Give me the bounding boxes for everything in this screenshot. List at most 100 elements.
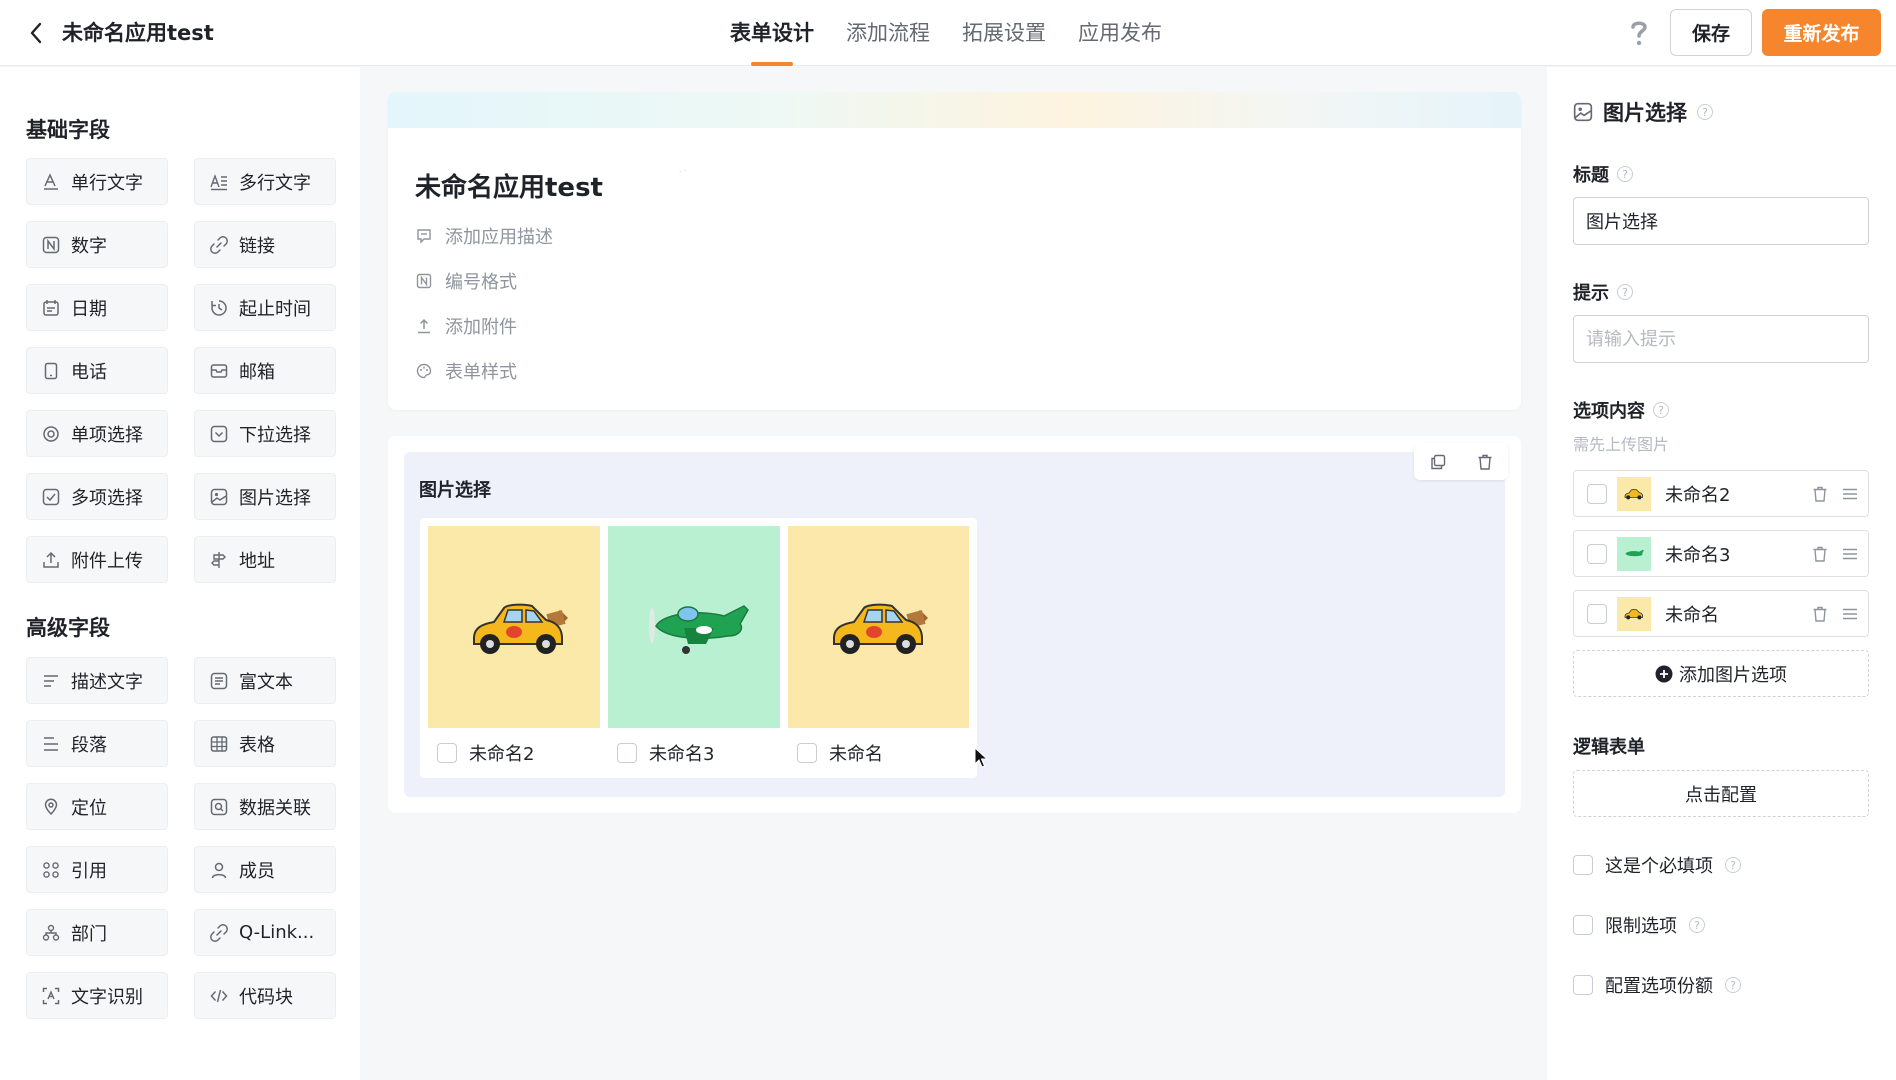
table-icon (209, 734, 229, 754)
limit-options-checkbox-row[interactable]: 限制选项 ? (1573, 912, 1705, 938)
drag-menu-icon (1843, 548, 1857, 559)
limit-options-checkbox[interactable] (1573, 915, 1593, 935)
image-option-3-checkbox[interactable] (797, 743, 817, 763)
hint-input[interactable] (1573, 315, 1869, 363)
field-address[interactable]: 地址 (194, 536, 336, 583)
field-single-line-text[interactable]: 单行文字 (26, 158, 168, 205)
tab-app-publish[interactable]: 应用发布 (1078, 0, 1162, 66)
number-format-option[interactable]: 编号格式 (415, 268, 517, 294)
field-time-range[interactable]: 起止时间 (194, 284, 336, 331)
option-item-2: 未命名3 (1573, 530, 1869, 577)
image-option-2[interactable]: 未命名3 (600, 518, 797, 778)
drag-menu-icon (1843, 608, 1857, 619)
options-label-row: 选项内容 ? (1573, 397, 1669, 423)
delete-option-button[interactable] (1808, 542, 1832, 566)
options-hint: 需先上传图片 (1573, 435, 1670, 454)
help-circle-icon[interactable]: ? (1689, 917, 1705, 933)
field-date[interactable]: 日期 (26, 284, 168, 331)
delete-option-button[interactable] (1808, 482, 1832, 506)
field-ocr[interactable]: 文字识别 (26, 972, 168, 1019)
field-member[interactable]: 成员 (194, 846, 336, 893)
option-quota-checkbox[interactable] (1573, 975, 1593, 995)
add-attachment-option[interactable]: 添加附件 (415, 313, 517, 339)
help-circle-icon[interactable]: ? (1617, 284, 1633, 300)
green-airplane-thumbnail (1617, 536, 1651, 571)
field-table[interactable]: 表格 (194, 720, 336, 767)
field-q-link[interactable]: Q-Link... (194, 909, 336, 956)
image-select-field-card[interactable]: 图片选择 未命名2 未命名3 未命名 (388, 436, 1521, 813)
field-code-block[interactable]: 代码块 (194, 972, 336, 1019)
mouse-cursor-icon (974, 747, 988, 768)
drag-handle[interactable] (1838, 602, 1862, 626)
help-circle-icon[interactable]: ? (1617, 166, 1633, 182)
field-number[interactable]: 数字 (26, 221, 168, 268)
taxi-car-thumbnail (1617, 596, 1651, 631)
properties-header-title: 图片选择 (1603, 101, 1687, 125)
field-reference[interactable]: 引用 (26, 846, 168, 893)
field-positioning[interactable]: 定位 (26, 783, 168, 830)
plus-circle-icon (1655, 665, 1673, 682)
tab-form-design[interactable]: 表单设计 (730, 0, 814, 66)
help-button[interactable] (1623, 17, 1655, 49)
tab-extension-settings[interactable]: 拓展设置 (962, 0, 1046, 66)
qlink-icon (209, 923, 229, 943)
field-rich-text[interactable]: 富文本 (194, 657, 336, 704)
option-item-1-checkbox[interactable] (1587, 483, 1607, 504)
help-circle-icon[interactable]: ? (1697, 104, 1713, 120)
required-checkbox-row[interactable]: 这是个必填项 ? (1573, 852, 1741, 878)
field-attachment-upload[interactable]: 附件上传 (26, 536, 168, 583)
tab-add-process[interactable]: 添加流程 (846, 0, 930, 66)
option-item-2-checkbox[interactable] (1587, 543, 1607, 564)
delete-option-button[interactable] (1808, 602, 1832, 626)
number-icon (41, 235, 61, 255)
option-quota-checkbox-row[interactable]: 配置选项份额 ? (1573, 972, 1741, 998)
image-option-3-label: 未命名 (829, 744, 883, 765)
field-department[interactable]: 部门 (26, 909, 168, 956)
title-input[interactable] (1573, 197, 1869, 245)
form-style-option[interactable]: 表单样式 (415, 358, 517, 384)
help-circle-icon[interactable]: ? (1725, 977, 1741, 993)
image-option-1-checkbox[interactable] (437, 743, 457, 763)
phone-icon (41, 361, 61, 381)
org-icon (41, 923, 61, 943)
field-phone[interactable]: 电话 (26, 347, 168, 394)
republish-button[interactable]: 重新发布 (1762, 9, 1881, 56)
image-option-2-checkbox[interactable] (617, 743, 637, 763)
configure-logic-button[interactable]: 点击配置 (1573, 770, 1869, 817)
taxi-car-thumbnail (1617, 476, 1651, 511)
copy-field-button[interactable] (1427, 451, 1449, 473)
field-link[interactable]: 链接 (194, 221, 336, 268)
field-image-select[interactable]: 图片选择 (194, 473, 336, 520)
field-dropdown[interactable]: 下拉选择 (194, 410, 336, 457)
save-button[interactable]: 保存 (1670, 9, 1752, 56)
image-icon (209, 487, 229, 507)
add-description-option[interactable]: 添加应用描述 (415, 223, 553, 249)
trash-icon (1478, 454, 1491, 470)
field-paragraph[interactable]: 段落 (26, 720, 168, 767)
add-image-option-button[interactable]: 添加图片选项 (1573, 650, 1869, 697)
drag-handle[interactable] (1838, 482, 1862, 506)
image-option-3[interactable]: 未命名 (780, 518, 977, 778)
code-icon (209, 986, 229, 1006)
field-description[interactable]: 描述文字 (26, 657, 168, 704)
option-item-3-checkbox[interactable] (1587, 603, 1607, 624)
field-card-actions (1414, 443, 1508, 480)
drag-menu-icon (1843, 488, 1857, 499)
required-checkbox[interactable] (1573, 855, 1593, 875)
back-button[interactable] (22, 19, 50, 47)
form-title[interactable]: 未命名应用test (415, 167, 603, 204)
field-email[interactable]: 邮箱 (194, 347, 336, 394)
chevron-left-icon (30, 22, 42, 44)
help-circle-icon[interactable]: ? (1653, 402, 1669, 418)
field-single-select[interactable]: 单项选择 (26, 410, 168, 457)
delete-field-button[interactable] (1474, 451, 1496, 473)
form-header-card: 未命名应用test 添加应用描述 编号格式 添加附件 表单样式 (388, 92, 1521, 410)
ocr-icon (41, 986, 61, 1006)
help-circle-icon[interactable]: ? (1725, 857, 1741, 873)
drag-handle[interactable] (1838, 542, 1862, 566)
link-icon (209, 235, 229, 255)
image-option-1[interactable]: 未命名2 (420, 518, 617, 778)
field-multi-line-text[interactable]: 多行文字 (194, 158, 336, 205)
field-data-link[interactable]: 数据关联 (194, 783, 336, 830)
field-multi-select[interactable]: 多项选择 (26, 473, 168, 520)
